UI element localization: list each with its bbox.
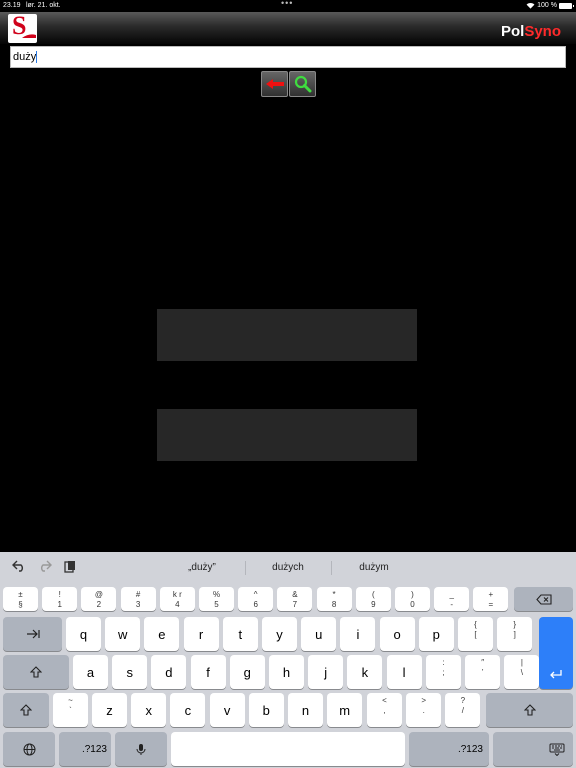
search-button[interactable] bbox=[289, 71, 316, 97]
letter-key-x[interactable]: x bbox=[131, 693, 167, 727]
globe-icon bbox=[23, 743, 35, 755]
number-key[interactable]: #3 bbox=[120, 587, 156, 611]
symbol-key[interactable]: | \ bbox=[504, 655, 540, 689]
letter-key-r[interactable]: r bbox=[183, 617, 219, 651]
logo-swoosh-icon bbox=[22, 34, 36, 38]
numbers-key-left[interactable]: .?123 bbox=[59, 732, 111, 766]
number-key[interactable]: ! 1 bbox=[42, 587, 78, 611]
tab-icon bbox=[26, 629, 40, 639]
red-arrow-left-icon bbox=[265, 79, 284, 89]
symbol-key[interactable]: ~ ` bbox=[53, 693, 88, 727]
result-panel-2 bbox=[157, 409, 417, 461]
text-caret bbox=[36, 51, 38, 64]
number-key[interactable]: & 7 bbox=[277, 587, 313, 611]
paste-icon[interactable] bbox=[64, 560, 76, 573]
microphone-icon bbox=[136, 743, 146, 755]
status-right: 100 % bbox=[526, 2, 574, 9]
letter-key-t[interactable]: t bbox=[222, 617, 258, 651]
letter-key-n[interactable]: n bbox=[288, 693, 323, 727]
numbers-key-right[interactable]: .?123 bbox=[409, 732, 489, 766]
letter-key-y[interactable]: y bbox=[262, 617, 297, 651]
result-panel-1 bbox=[157, 309, 417, 361]
shift-icon bbox=[30, 666, 42, 678]
letter-key-g[interactable]: g bbox=[229, 655, 265, 689]
letter-key-e[interactable]: e bbox=[144, 617, 180, 651]
search-input[interactable]: duży bbox=[10, 46, 566, 68]
suggestion-2[interactable]: dużych bbox=[245, 562, 331, 573]
symbol-key[interactable]: <, bbox=[367, 693, 402, 727]
status-time: 23.19 bbox=[3, 2, 21, 9]
delete-icon bbox=[535, 593, 552, 605]
return-key[interactable] bbox=[539, 617, 573, 689]
battery-percent: 100 % bbox=[537, 2, 557, 9]
app-title: PolSyno bbox=[500, 23, 561, 40]
letter-key-v[interactable]: v bbox=[209, 693, 245, 727]
battery-icon bbox=[559, 2, 574, 9]
number-key[interactable]: ^ 6 bbox=[238, 587, 274, 611]
letter-key-h[interactable]: h bbox=[269, 655, 304, 689]
caps-lock-key[interactable] bbox=[3, 655, 69, 689]
dictation-key[interactable] bbox=[115, 732, 167, 766]
number-key[interactable]: ) 0 bbox=[395, 587, 430, 611]
hide-keyboard-key[interactable] bbox=[493, 732, 573, 766]
magnifier-icon bbox=[294, 75, 311, 93]
letter-key-j[interactable]: j bbox=[308, 655, 344, 689]
letter-key-i[interactable]: i bbox=[340, 617, 376, 651]
number-key[interactable]: _ - bbox=[434, 587, 470, 611]
on-screen-keyboard: „duży” dużych dużym .?123 .?123 ± §! 1 @2 #3… bbox=[0, 552, 576, 768]
delete-key[interactable] bbox=[514, 587, 573, 611]
multitask-dots-icon[interactable]: ••• bbox=[281, 0, 293, 8]
letter-key-u[interactable]: u bbox=[301, 617, 337, 651]
keyboard-hide-icon bbox=[549, 743, 565, 756]
number-key[interactable]: + = bbox=[473, 587, 509, 611]
letter-key-m[interactable]: m bbox=[327, 693, 363, 727]
symbol-key[interactable]: {[ bbox=[458, 617, 493, 651]
letter-key-f[interactable]: f bbox=[190, 655, 226, 689]
suggestion-3[interactable]: dużym bbox=[331, 562, 417, 573]
letter-key-b[interactable]: b bbox=[248, 693, 284, 727]
symbol-key[interactable]: ″’ bbox=[465, 655, 501, 689]
return-icon bbox=[550, 670, 562, 679]
letter-key-q[interactable]: q bbox=[66, 617, 101, 651]
status-bar: 23.19 lør. 21. okt. ••• 100 % bbox=[0, 0, 576, 12]
number-key[interactable]: ± § bbox=[3, 587, 38, 611]
shift-icon bbox=[20, 704, 32, 716]
tab-key[interactable] bbox=[3, 617, 62, 651]
wifi-icon bbox=[526, 3, 535, 9]
symbol-key[interactable]: >. bbox=[406, 693, 442, 727]
letter-key-p[interactable]: p bbox=[418, 617, 454, 651]
letter-key-w[interactable]: w bbox=[105, 617, 141, 651]
left-shift-key[interactable] bbox=[3, 693, 49, 727]
space-bar[interactable] bbox=[171, 732, 405, 766]
letter-key-c[interactable]: c bbox=[170, 693, 206, 727]
number-key[interactable]: k r4 bbox=[159, 587, 195, 611]
app-header bbox=[0, 12, 576, 44]
number-key[interactable]: (9 bbox=[355, 587, 391, 611]
app-logo: S bbox=[8, 14, 37, 43]
letter-key-z[interactable]: z bbox=[92, 693, 127, 727]
search-input-value: duży bbox=[13, 51, 37, 63]
letter-key-k[interactable]: k bbox=[347, 655, 383, 689]
undo-icon[interactable] bbox=[12, 560, 26, 572]
status-date: lør. 21. okt. bbox=[26, 2, 61, 9]
clear-button[interactable] bbox=[261, 71, 288, 97]
redo-icon[interactable] bbox=[38, 560, 52, 572]
letter-key-d[interactable]: d bbox=[151, 655, 187, 689]
globe-key[interactable] bbox=[3, 732, 55, 766]
letter-key-s[interactable]: s bbox=[112, 655, 148, 689]
letter-key-o[interactable]: o bbox=[379, 617, 415, 651]
number-key[interactable]: * 8 bbox=[316, 587, 352, 611]
symbol-key[interactable]: }] bbox=[497, 617, 533, 651]
number-key[interactable]: @2 bbox=[81, 587, 117, 611]
symbol-key[interactable]: ? / bbox=[445, 693, 481, 727]
symbol-key[interactable]: :; bbox=[426, 655, 461, 689]
right-shift-key[interactable] bbox=[486, 693, 573, 727]
letter-key-l[interactable]: l bbox=[386, 655, 422, 689]
letter-key-a[interactable]: a bbox=[73, 655, 108, 689]
number-key[interactable]: % 5 bbox=[199, 587, 234, 611]
shift-icon bbox=[523, 704, 536, 716]
suggestion-1[interactable]: „duży” bbox=[159, 562, 245, 573]
